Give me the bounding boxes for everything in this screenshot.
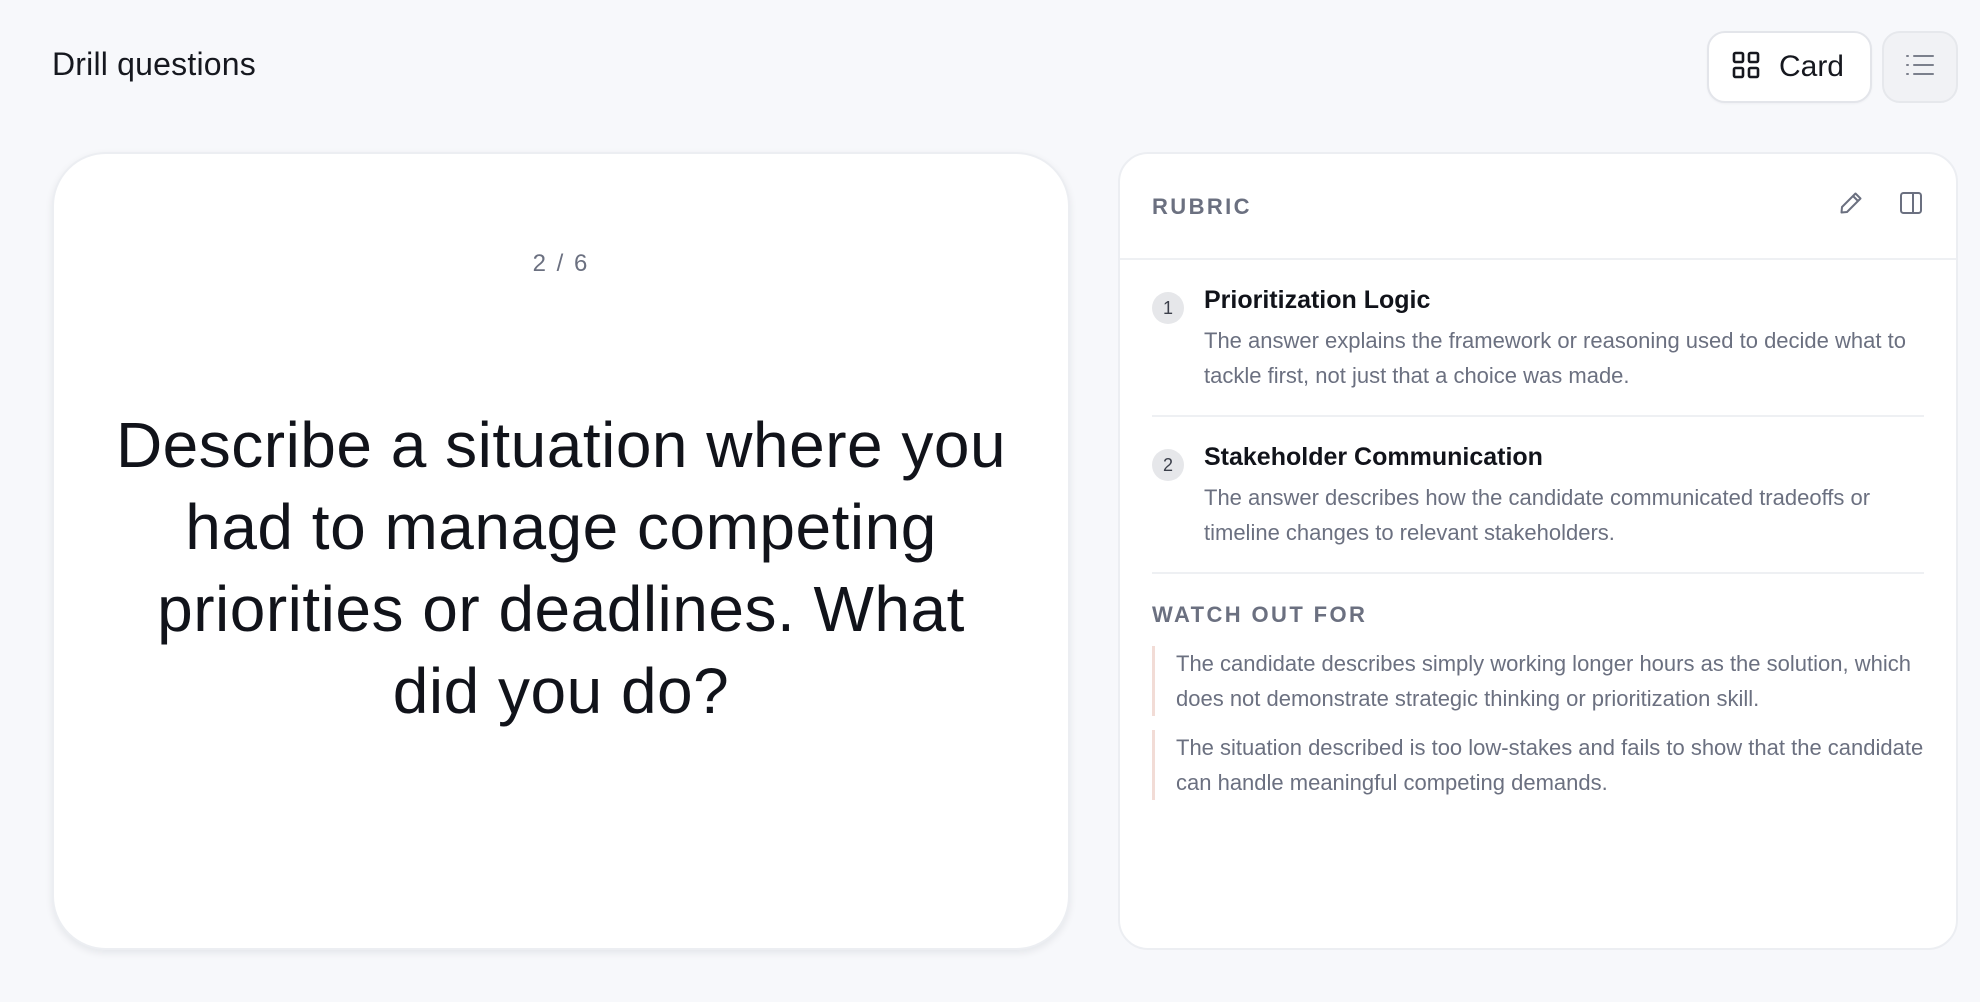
- question-text: Describe a situation where you had to ma…: [115, 409, 1007, 727]
- criterion-description: The answer explains the framework or rea…: [1204, 328, 1906, 388]
- list-view-button[interactable]: [1882, 31, 1958, 103]
- criterion-name: Stakeholder Communication: [1204, 443, 1543, 471]
- rubric-criterion: 2 Stakeholder Communication The answer d…: [1152, 417, 1924, 574]
- rubric-criterion: 1 Prioritization Logic The answer explai…: [1152, 260, 1924, 417]
- watch-out-label: WATCH OUT FOR: [1152, 602, 1368, 627]
- criterion-number: 1: [1152, 292, 1184, 324]
- watch-out-section: WATCH OUT FOR The candidate describes si…: [1120, 574, 1956, 800]
- sidebar-panel-icon: [1898, 190, 1924, 221]
- rubric-panel: RUBRIC 1 Prioritization Logic The answer…: [1118, 152, 1958, 950]
- criterion-number: 2: [1152, 449, 1184, 481]
- watch-out-item: The candidate describes simply working l…: [1152, 646, 1924, 716]
- card-view-label: Card: [1778, 50, 1844, 83]
- watch-out-item: The situation described is too low-stake…: [1152, 730, 1924, 800]
- edit-rubric-button[interactable]: [1836, 190, 1866, 220]
- card-view-button[interactable]: Card: [1706, 31, 1872, 103]
- question-card[interactable]: 2 / 6 Describe a situation where you had…: [52, 152, 1070, 950]
- view-toggle: Card: [1706, 31, 1958, 103]
- page-title: Drill questions: [52, 46, 256, 82]
- toggle-panel-button[interactable]: [1896, 190, 1926, 220]
- list-icon: [1904, 51, 1936, 84]
- question-counter: 2 / 6: [532, 250, 590, 277]
- rubric-criteria: 1 Prioritization Logic The answer explai…: [1120, 260, 1956, 574]
- criterion-name: Prioritization Logic: [1204, 286, 1431, 314]
- rubric-label: RUBRIC: [1152, 194, 1252, 219]
- grid-icon: [1731, 50, 1761, 85]
- page-header: Drill questions Card: [0, 0, 1980, 134]
- rubric-header: RUBRIC: [1120, 154, 1956, 260]
- pencil-icon: [1838, 190, 1864, 221]
- criterion-description: The answer describes how the candidate c…: [1204, 485, 1871, 545]
